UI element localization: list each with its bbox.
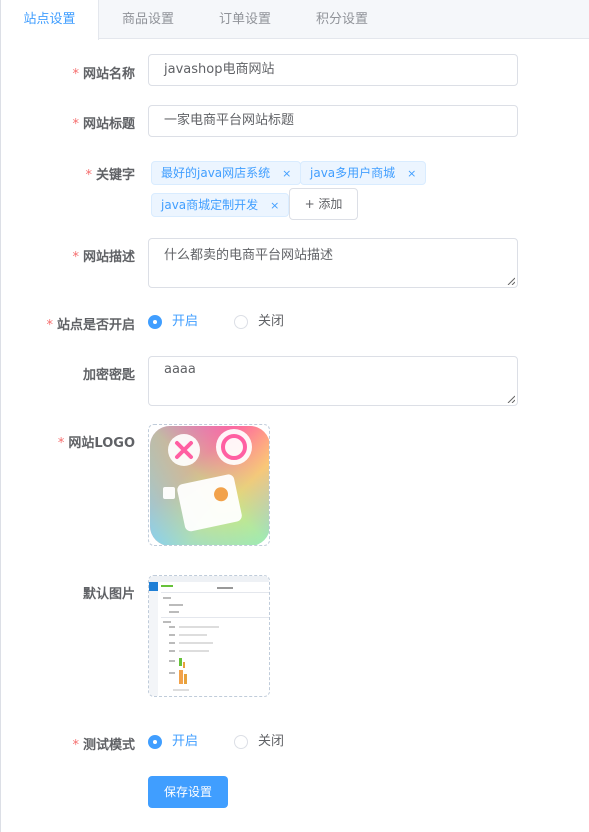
default-image-label-text: 默认图片 — [82, 587, 135, 602]
test-mode-radio-off[interactable]: 关闭 — [234, 734, 294, 750]
required-mark: * — [72, 250, 79, 265]
test-mode-radio-on[interactable]: 开启 — [148, 734, 208, 750]
site-open-label: * 站点是否开启 — [46, 314, 135, 333]
keywords-label: * 关键字 — [85, 164, 135, 183]
save-settings-button[interactable]: 保存设置 — [148, 776, 228, 808]
site-desc-textarea[interactable]: 什么都卖的电商平台网站描述 — [148, 238, 518, 288]
keyword-tag: java多用户商城 × — [300, 161, 427, 185]
site-desc-label: * 网站描述 — [72, 246, 135, 265]
default-image-thumbnail — [149, 576, 269, 696]
settings-panel: 站点设置 商品设置 订单设置 积分设置 * 网站名称 javashop电商网站 *… — [0, 0, 589, 832]
required-mark: * — [72, 67, 79, 82]
radio-label: 关闭 — [258, 734, 285, 749]
secret-key-value: aaaa — [164, 362, 196, 377]
close-icon[interactable]: × — [282, 163, 291, 185]
radio-checked-icon — [148, 315, 162, 329]
secret-key-label-text: 加密密匙 — [82, 368, 135, 383]
site-open-radio-on[interactable]: 开启 — [148, 314, 208, 330]
close-icon[interactable]: × — [407, 163, 416, 185]
radio-label: 开启 — [172, 734, 199, 749]
radio-checked-icon — [148, 735, 162, 749]
resize-grip-icon[interactable] — [507, 277, 515, 285]
secret-key-textarea[interactable]: aaaa — [148, 356, 518, 406]
required-mark: * — [85, 168, 92, 183]
logo-label-text: 网站LOGO — [68, 436, 135, 451]
required-mark: * — [57, 436, 65, 451]
tab-goods-settings[interactable]: 商品设置 — [99, 0, 197, 39]
keyword-tag: java商城定制开发 × — [151, 193, 290, 217]
keyword-tag-label: java多用户商城 — [310, 166, 396, 180]
keyword-tag-label: 最好的java网店系统 — [161, 166, 271, 180]
site-name-label: * 网站名称 — [72, 63, 135, 82]
site-desc-value: 什么都卖的电商平台网站描述 — [164, 248, 334, 263]
tab-order-settings[interactable]: 订单设置 — [197, 0, 293, 39]
site-desc-label-text: 网站描述 — [82, 250, 135, 265]
test-mode-label-text: 测试模式 — [82, 738, 135, 753]
radio-unchecked-icon — [234, 735, 248, 749]
keywords-label-text: 关键字 — [95, 168, 135, 183]
radio-label: 开启 — [172, 314, 199, 329]
add-keyword-button[interactable]: + 添加 — [289, 188, 358, 220]
site-title-label: * 网站标题 — [72, 113, 135, 132]
keyword-tag: 最好的java网店系统 × — [151, 161, 302, 185]
site-title-input[interactable]: 一家电商平台网站标题 — [148, 105, 518, 137]
secret-key-label: 加密密匙 — [83, 364, 135, 383]
site-name-label-text: 网站名称 — [82, 67, 135, 82]
site-name-input[interactable]: javashop电商网站 — [148, 54, 518, 86]
tab-points-settings[interactable]: 积分设置 — [293, 0, 391, 39]
radio-label: 关闭 — [258, 314, 285, 329]
required-mark: * — [46, 318, 53, 333]
logo-label: * 网站LOGO — [58, 432, 135, 451]
close-icon[interactable]: × — [270, 195, 279, 217]
site-open-radio-off[interactable]: 关闭 — [234, 314, 294, 330]
tab-site-settings[interactable]: 站点设置 — [1, 0, 99, 40]
site-open-label-text: 站点是否开启 — [56, 318, 135, 333]
keyword-tag-label: java商城定制开发 — [161, 198, 259, 212]
default-image-uploader[interactable] — [148, 575, 270, 697]
resize-grip-icon[interactable] — [507, 395, 515, 403]
required-mark: * — [72, 738, 79, 753]
logo-image — [150, 426, 269, 545]
settings-tabs: 站点设置 商品设置 订单设置 积分设置 — [1, 0, 589, 40]
required-mark: * — [72, 117, 79, 132]
site-title-label-text: 网站标题 — [82, 117, 135, 132]
default-image-label: 默认图片 — [83, 583, 135, 602]
radio-unchecked-icon — [234, 315, 248, 329]
test-mode-label: * 测试模式 — [72, 734, 135, 753]
logo-uploader[interactable] — [148, 424, 270, 546]
